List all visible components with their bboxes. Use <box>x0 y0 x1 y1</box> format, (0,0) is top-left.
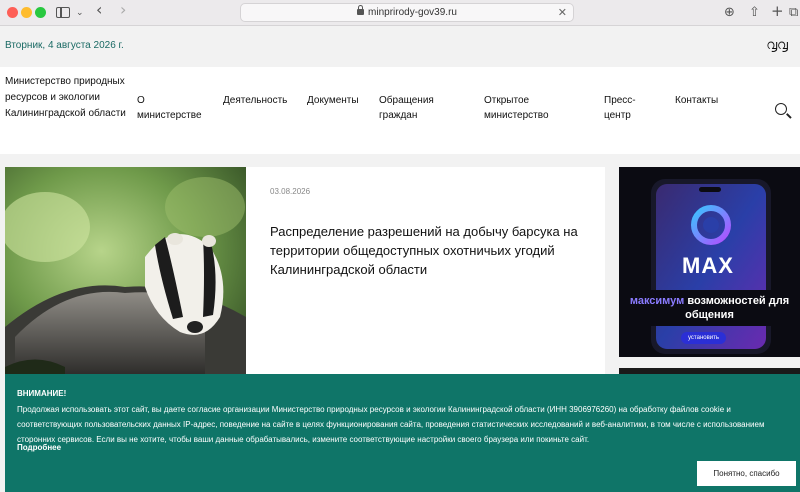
minimize-window-button[interactable] <box>21 7 32 18</box>
site-header: Министерство природных ресурсов и эколог… <box>0 67 800 154</box>
zoom-window-button[interactable] <box>35 7 46 18</box>
banner-headline-rest: возможностей для общения <box>685 295 790 321</box>
share-icon[interactable]: ⇧ <box>749 4 760 22</box>
nav-item-open-ministry[interactable]: Открытое министерство <box>484 93 564 123</box>
banner-install-button[interactable]: установить <box>681 332 727 344</box>
org-name[interactable]: Министерство природных ресурсов и эколог… <box>5 74 127 122</box>
banner-app-name: MAX <box>682 253 734 278</box>
current-date: Вторник, 4 августа 2026 г. <box>5 40 124 51</box>
cookie-notice: ВНИМАНИЕ! Продолжая использовать этот са… <box>5 374 800 492</box>
lock-icon <box>357 5 365 15</box>
news-date: 03.08.2026 <box>270 187 311 196</box>
browser-toolbar: ⌄ ‹ › minprirody-gov39.ru ✕ ⊕ ⇧ + ⧉ <box>0 0 800 26</box>
download-icon[interactable]: ⊕ <box>724 4 735 22</box>
nav-item-appeals[interactable]: Обращения граждан <box>379 93 449 123</box>
sidebar-toggle-icon[interactable] <box>56 7 70 18</box>
nav-item-about[interactable]: О министерстве <box>137 93 207 123</box>
max-app-banner[interactable]: MAX максимум возможностей для общения ус… <box>619 167 800 357</box>
back-arrow-icon[interactable]: ‹ <box>96 1 102 19</box>
badger-photo <box>5 167 246 377</box>
cookie-more-link[interactable]: Подробнее <box>17 443 61 452</box>
search-icon[interactable] <box>775 103 787 115</box>
nav-item-contacts[interactable]: Контакты <box>675 93 718 108</box>
banner-headline: максимум возможностей для общения <box>619 290 800 326</box>
cookie-accept-button[interactable]: Понятно, спасибо <box>697 461 796 486</box>
url-text: minprirody-gov39.ru <box>368 7 457 18</box>
new-tab-icon[interactable]: + <box>771 2 784 20</box>
date-bar: Вторник, 4 августа 2026 г. ൮൮ <box>0 27 800 67</box>
address-bar[interactable]: minprirody-gov39.ru ✕ <box>240 3 574 22</box>
banner-headline-accent: максимум <box>629 295 685 307</box>
nav-item-press-center[interactable]: Пресс-центр <box>604 93 646 123</box>
nav-item-activity[interactable]: Деятельность <box>223 93 287 108</box>
forward-arrow-icon[interactable]: › <box>120 1 126 19</box>
cookie-text: Продолжая использовать этот сайт, вы дае… <box>17 405 765 444</box>
nav-item-documents[interactable]: Документы <box>307 93 359 108</box>
clear-url-icon[interactable]: ✕ <box>558 6 567 19</box>
news-card[interactable]: 03.08.2026 Распределение разрешений на д… <box>5 167 605 377</box>
tab-overview-icon[interactable]: ⧉ <box>789 4 798 22</box>
chevron-down-icon[interactable]: ⌄ <box>76 4 84 22</box>
cookie-title: ВНИМАНИЕ! <box>17 389 67 398</box>
close-window-button[interactable] <box>7 7 18 18</box>
accessibility-glasses-icon[interactable]: ൮൮ <box>766 38 788 53</box>
news-title[interactable]: Распределение разрешений на добычу барсу… <box>270 222 590 279</box>
